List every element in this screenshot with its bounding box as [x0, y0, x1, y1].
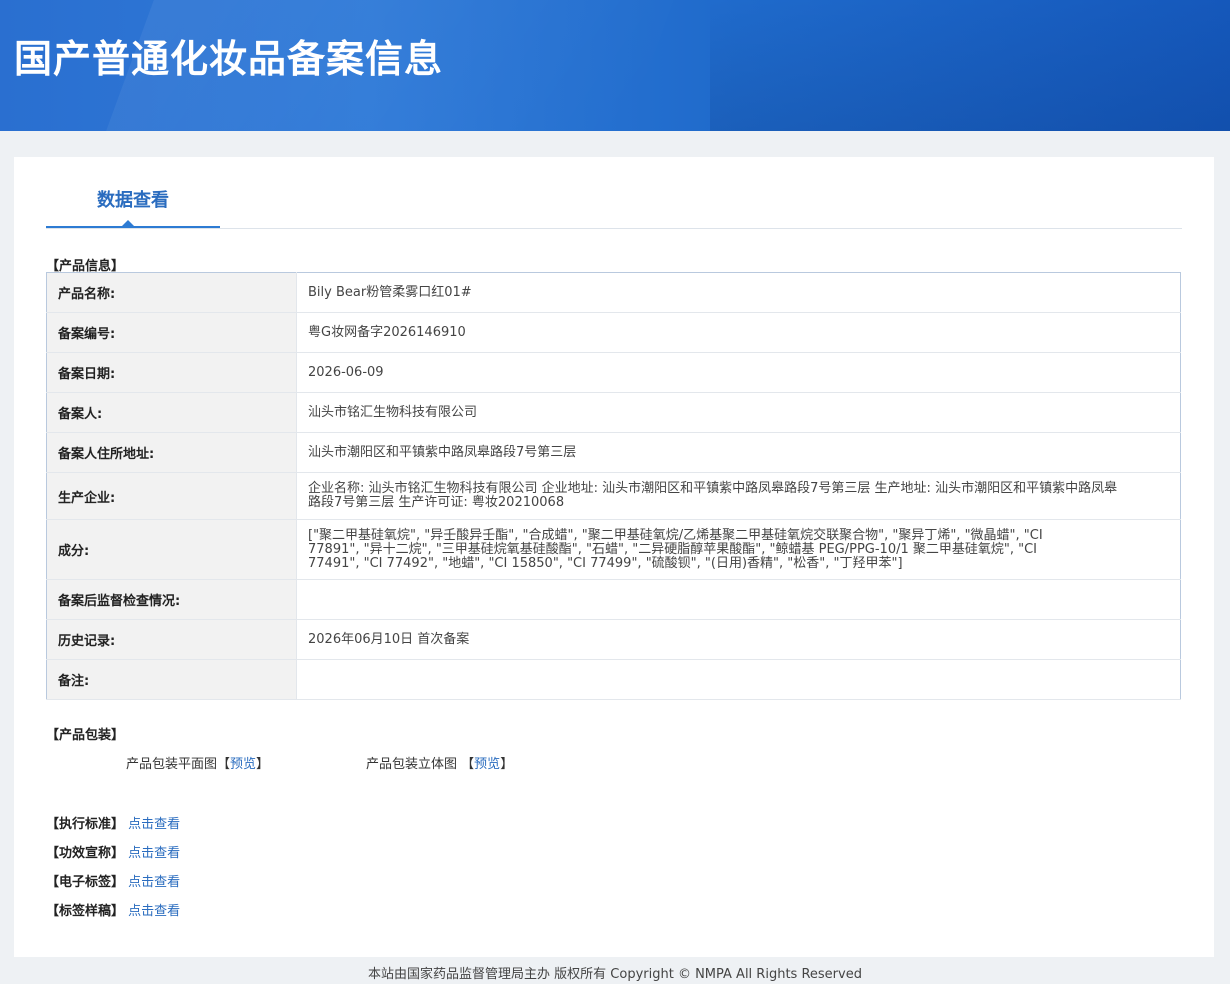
product-info-table: 产品名称: Bily Bear粉管柔雾口红01# 备案编号: 粤G妆网备字202…: [46, 272, 1181, 700]
row-value: [296, 659, 1181, 700]
bracket-close: 】: [500, 757, 514, 772]
row-label: 备注:: [46, 659, 297, 700]
e-label-view-link[interactable]: 点击查看: [128, 875, 180, 890]
table-row: 备案日期: 2026-06-09: [46, 352, 1181, 393]
row-label: 备案人住所地址:: [46, 432, 297, 473]
package-flat-preview-link[interactable]: 预览: [230, 757, 256, 772]
row-value: 汕头市潮阳区和平镇紫中路凤皋路段7号第三层: [296, 432, 1181, 473]
row-label: 备案人:: [46, 392, 297, 433]
row-label: 备案后监督检查情况:: [46, 579, 297, 620]
banner-shade: [710, 0, 1230, 131]
tab-data-view[interactable]: 数据查看: [46, 157, 220, 228]
row-value: 粤G妆网备字2026146910: [296, 312, 1181, 353]
link-standard: 【执行标准】 点击查看: [46, 813, 180, 832]
row-value: 2026-06-09: [296, 352, 1181, 393]
package-stereo-label: 产品包装立体图: [366, 757, 458, 772]
row-value: [296, 579, 1181, 620]
main-panel: 数据查看 【产品信息】 产品名称: Bily Bear粉管柔雾口红01# 备案编…: [14, 157, 1214, 957]
tab-label: 数据查看: [97, 190, 169, 211]
label-draft-label: 【标签样稿】: [46, 904, 125, 919]
page-title: 国产普通化妆品备案信息: [14, 37, 444, 81]
table-row: 历史记录: 2026年06月10日 首次备案: [46, 619, 1181, 660]
link-e-label: 【电子标签】 点击查看: [46, 871, 180, 890]
tab-bar: 数据查看: [46, 157, 1182, 229]
row-value: 2026年06月10日 首次备案: [296, 619, 1181, 660]
table-row: 成分: ["聚二甲基硅氧烷", "异壬酸异壬酯", "合成蜡", "聚二甲基硅氧…: [46, 519, 1181, 580]
link-efficacy: 【功效宣称】 点击查看: [46, 842, 180, 861]
package-stereo-item: 产品包装立体图 【预览】: [366, 753, 513, 772]
row-label: 产品名称:: [46, 272, 297, 313]
standard-view-link[interactable]: 点击查看: [128, 817, 180, 832]
row-value: ["聚二甲基硅氧烷", "异壬酸异壬酯", "合成蜡", "聚二甲基硅氧烷/乙烯…: [296, 519, 1181, 580]
packaging-title: 【产品包装】: [46, 728, 125, 743]
package-flat-label: 产品包装平面图: [126, 757, 218, 772]
row-label: 备案编号:: [46, 312, 297, 353]
footer-copyright: 本站由国家药品监督管理局主办 版权所有 Copyright © NMPA All…: [368, 967, 862, 982]
tab-caret-icon: [121, 220, 135, 227]
row-label: 历史记录:: [46, 619, 297, 660]
table-row: 产品名称: Bily Bear粉管柔雾口红01#: [46, 272, 1181, 313]
table-row: 备案后监督检查情况:: [46, 579, 1181, 620]
efficacy-view-link[interactable]: 点击查看: [128, 846, 180, 861]
efficacy-label: 【功效宣称】: [46, 846, 125, 861]
link-label-draft: 【标签样稿】 点击查看: [46, 900, 180, 919]
row-label: 备案日期:: [46, 352, 297, 393]
table-row: 备案人住所地址: 汕头市潮阳区和平镇紫中路凤皋路段7号第三层: [46, 432, 1181, 473]
table-row: 备注:: [46, 659, 1181, 700]
e-label-label: 【电子标签】: [46, 875, 125, 890]
row-value: 汕头市铭汇生物科技有限公司: [296, 392, 1181, 433]
label-draft-view-link[interactable]: 点击查看: [128, 904, 180, 919]
bracket-close: 】: [256, 757, 270, 772]
table-row: 备案人: 汕头市铭汇生物科技有限公司: [46, 392, 1181, 433]
row-label: 生产企业:: [46, 472, 297, 520]
standard-label: 【执行标准】: [46, 817, 125, 832]
row-label: 成分:: [46, 519, 297, 580]
header-banner: 国产普通化妆品备案信息: [0, 0, 1230, 131]
bracket-open: 【: [461, 757, 475, 772]
row-value: Bily Bear粉管柔雾口红01#: [296, 272, 1181, 313]
table-row: 生产企业: 企业名称: 汕头市铭汇生物科技有限公司 企业地址: 汕头市潮阳区和平…: [46, 472, 1181, 520]
table-row: 备案编号: 粤G妆网备字2026146910: [46, 312, 1181, 353]
row-value: 企业名称: 汕头市铭汇生物科技有限公司 企业地址: 汕头市潮阳区和平镇紫中路凤皋…: [296, 472, 1181, 520]
package-stereo-preview-link[interactable]: 预览: [474, 757, 500, 772]
bracket-open: 【: [217, 757, 231, 772]
package-flat-item: 产品包装平面图【预览】: [126, 753, 269, 772]
